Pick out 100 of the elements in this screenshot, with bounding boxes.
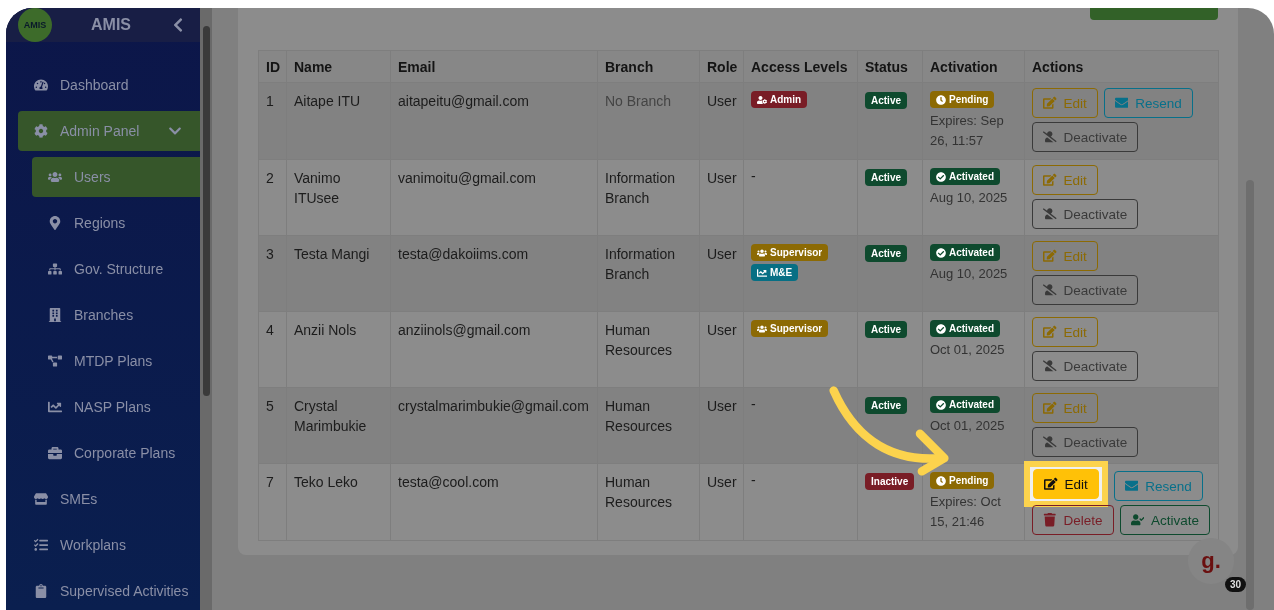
column-header: Actions [1024, 50, 1219, 83]
access-badge: M&E [751, 264, 799, 281]
activation-detail: Oct 01, 2025 [930, 417, 1006, 435]
branch-cell: No Branch [597, 82, 700, 160]
status-badge: Active [865, 321, 907, 338]
sidebar-subitem[interactable]: Gov. Structure [32, 249, 200, 289]
role-cell: User [699, 387, 744, 464]
id-cell: 4 [258, 311, 287, 388]
sidebar-subitem[interactable]: Users [32, 157, 200, 197]
sidebar-item-label: Users [74, 169, 112, 185]
branch-cell: Human Resources [597, 463, 700, 541]
deactivate-button[interactable]: Deactivate [1032, 275, 1139, 305]
email-cell: vanimoitu@gmail.com [390, 159, 598, 236]
chat-count-badge: 30 [1224, 577, 1246, 592]
sidebar-item-label: Dashboard [60, 77, 130, 93]
id-cell: 7 [258, 463, 287, 541]
activation-badge: Activated [930, 168, 1000, 185]
sidebar-subitem[interactable]: Regions [32, 203, 200, 243]
name-cell: Aitape ITU [286, 82, 391, 160]
sidebar-item-label: MTDP Plans [74, 353, 154, 369]
column-header: Email [390, 50, 598, 83]
sidebar-item[interactable]: Dashboard [18, 65, 200, 105]
activation-detail: Expires: Sep 26, 11:57 [930, 112, 1005, 150]
name-cell: Teko Leko [286, 463, 391, 541]
activation-badge: Activated [930, 320, 1000, 337]
column-header: Status [857, 50, 923, 83]
sidebar-item-label: Regions [74, 215, 127, 231]
role-cell: User [699, 159, 744, 236]
branch-cell: Information Branch [597, 159, 700, 236]
deactivate-button[interactable]: Deactivate [1032, 199, 1139, 229]
column-header: Activation [922, 50, 1025, 83]
id-cell: 2 [258, 159, 287, 236]
column-header: ID [258, 50, 287, 83]
role-cell: User [699, 311, 744, 388]
status-badge: Active [865, 169, 907, 186]
sidebar-item[interactable]: SMEs [18, 479, 200, 519]
app-title: AMIS [90, 16, 132, 34]
empty-access-text: - [751, 396, 756, 412]
role-cell: User [699, 82, 744, 160]
sidebar-subitem[interactable]: NASP Plans [32, 387, 200, 427]
logo: AMIS [18, 8, 52, 42]
activation-detail: Expires: Oct 15, 21:46 [930, 493, 1002, 531]
sidebar-item-label: Corporate Plans [74, 445, 177, 461]
email-cell: testa@dakoiims.com [390, 235, 598, 312]
column-header: Role [699, 50, 744, 83]
status-badge: Active [865, 245, 907, 262]
role-cell: User [699, 235, 744, 312]
column-header: Name [286, 50, 391, 83]
name-cell: Crystal Marimbukie [286, 387, 391, 464]
branch-cell: Human Resources [597, 311, 700, 388]
sidebar-item[interactable]: Workplans [18, 525, 200, 565]
email-cell: testa@cool.com [390, 463, 598, 541]
activation-badge: Pending [930, 472, 995, 489]
empty-access-text: - [751, 168, 756, 184]
chat-logo: g. [1201, 548, 1221, 574]
resend-button[interactable]: Resend [1113, 471, 1203, 501]
deactivate-button[interactable]: Deactivate [1032, 122, 1139, 152]
role-cell: User [699, 463, 744, 541]
sidebar-item[interactable]: Admin Panel [18, 111, 200, 151]
sidebar-item-label: Workplans [60, 537, 127, 553]
branch-cell: Information Branch [597, 235, 700, 312]
delete-button[interactable]: Delete [1032, 505, 1114, 535]
name-cell: Anzii Nols [286, 311, 391, 388]
email-cell: anziinols@gmail.com [390, 311, 598, 388]
sidebar-subitem[interactable]: Branches [32, 295, 200, 335]
email-cell: aitapeitu@gmail.com [390, 82, 598, 160]
sidebar-item-label: Gov. Structure [74, 261, 165, 277]
email-cell: crystalmarimbukie@gmail.com [390, 387, 598, 464]
sidebar-item[interactable]: Supervised Activities [18, 571, 200, 610]
id-cell: 3 [258, 235, 287, 312]
sidebar-item-label: Branches [74, 307, 135, 323]
activate-button[interactable]: Activate [1119, 505, 1211, 535]
sidebar-item-label: NASP Plans [74, 399, 152, 415]
activation-badge: Activated [930, 244, 1000, 261]
access-badge: Admin [751, 91, 808, 108]
activation-badge: Activated [930, 396, 1000, 413]
activation-detail: Oct 01, 2025 [930, 341, 1006, 359]
status-badge: Active [865, 92, 907, 109]
activation-detail: Aug 10, 2025 [930, 265, 1009, 283]
activation-detail: Aug 10, 2025 [930, 189, 1009, 207]
empty-access-text: - [751, 472, 756, 488]
status-badge: Active [865, 397, 907, 414]
name-cell: Vanimo ITUsee [286, 159, 391, 236]
sidebar-subitem[interactable]: Corporate Plans [32, 433, 200, 473]
name-cell: Testa Mangi [286, 235, 391, 312]
id-cell: 5 [258, 387, 287, 464]
activation-badge: Pending [930, 91, 995, 108]
branch-cell: Human Resources [597, 387, 700, 464]
access-badge: Supervisor [751, 244, 829, 261]
sidebar-subitem[interactable]: MTDP Plans [32, 341, 200, 381]
id-cell: 1 [258, 82, 287, 160]
status-badge: Inactive [865, 473, 915, 490]
column-header: Branch [597, 50, 700, 83]
column-header: Access Levels [743, 50, 858, 83]
deactivate-button[interactable]: Deactivate [1032, 351, 1139, 381]
edit-button[interactable]: Edit [1033, 469, 1099, 499]
access-badge: Supervisor [751, 320, 829, 337]
sidebar-item-label: Admin Panel [60, 123, 141, 139]
deactivate-button[interactable]: Deactivate [1032, 427, 1139, 457]
sidebar-item-label: SMEs [60, 491, 99, 507]
